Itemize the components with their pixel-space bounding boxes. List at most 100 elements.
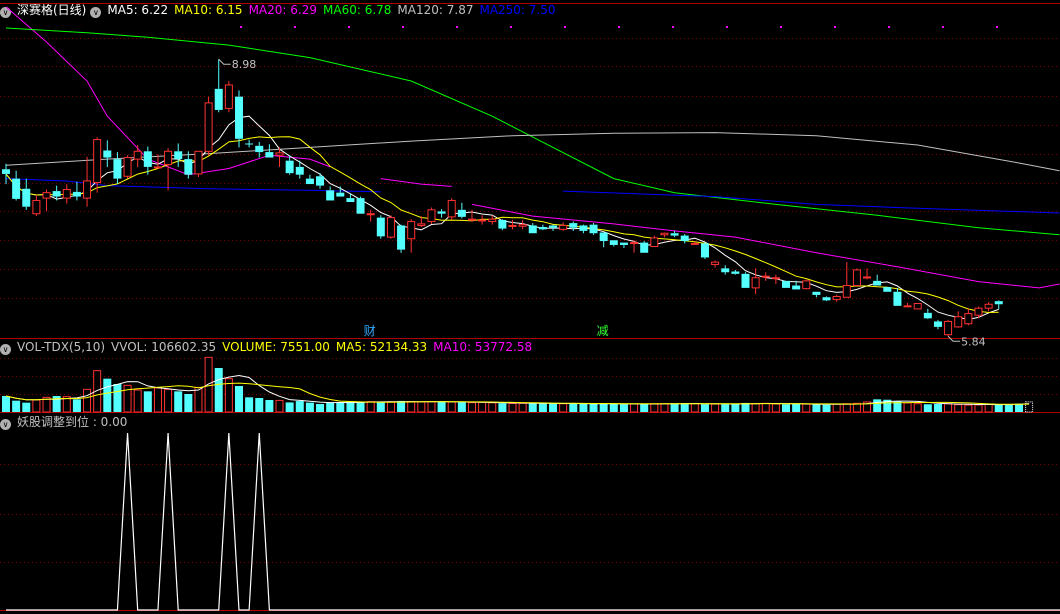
volume-bar-65 [660, 403, 669, 413]
candle-body-80 [812, 291, 821, 295]
candle-body-67 [680, 235, 689, 242]
signal-dot-5 [510, 26, 512, 28]
candle-body-32 [326, 190, 335, 201]
ma-line-ma250-6 [563, 190, 1060, 214]
volume-bar-84 [852, 402, 861, 413]
volume-bar-86 [873, 399, 882, 412]
candle-body-77 [782, 280, 791, 288]
volume-bar-14 [143, 391, 152, 412]
candle-body-94 [954, 316, 963, 328]
candle-body-63 [640, 242, 649, 253]
high-price-label: 8.98 [232, 58, 256, 71]
volume-bar-83 [842, 403, 851, 413]
candle-body-59 [599, 232, 608, 242]
candle-body-9 [93, 139, 102, 184]
volume-bar-52 [528, 403, 537, 412]
candle-body-61 [619, 242, 628, 245]
candle-body-81 [822, 297, 831, 301]
candle-body-28 [285, 160, 294, 174]
candle-body-55 [559, 224, 568, 230]
volume-bar-11 [113, 384, 122, 412]
candle-body-92 [933, 321, 942, 327]
volume-bar-69 [700, 404, 709, 412]
volume-bar-37 [376, 402, 385, 412]
volume-bar-31 [316, 404, 325, 412]
volume-bar-1 [12, 400, 21, 412]
signal-dot-3 [402, 26, 404, 28]
candle-body-37 [376, 217, 385, 237]
candle-body-76 [771, 277, 780, 280]
candle-body-0 [2, 169, 10, 174]
candle-body-35 [356, 198, 365, 214]
volume-bar-48 [488, 402, 497, 413]
volume-bar-70 [711, 403, 720, 413]
volume-bar-8 [83, 388, 92, 413]
volume-bar-75 [761, 402, 770, 413]
candle-body-72 [731, 271, 740, 274]
candle-body-75 [761, 275, 770, 278]
signal-dot-2 [348, 26, 350, 28]
candle-body-6 [62, 189, 71, 199]
volume-bar-25 [255, 398, 264, 412]
volume-bar-7 [72, 399, 81, 412]
volume-bar-93 [944, 403, 953, 413]
volume-bar-47 [478, 401, 487, 413]
candle-body-44 [447, 199, 456, 218]
candle-body-38 [386, 217, 395, 238]
candle-body-24 [245, 143, 254, 145]
candle-body-36 [366, 213, 375, 216]
candle-body-14 [143, 151, 152, 167]
volume-bar-61 [619, 404, 628, 412]
volume-bar-21 [214, 368, 223, 412]
indicator-line [6, 432, 1060, 611]
volume-bar-97 [984, 403, 993, 413]
ma-line-ma60-3 [5, 27, 1060, 236]
volume-bar-3 [32, 399, 41, 413]
volume-bar-58 [589, 403, 598, 412]
volume-bar-28 [285, 402, 294, 412]
event-marker-0: 财 [364, 324, 376, 338]
volume-bar-33 [336, 402, 345, 412]
candle-body-85 [863, 276, 872, 279]
candle-body-18 [184, 159, 193, 175]
volume-bar-59 [599, 403, 608, 412]
ma-line-ma250-5 [5, 178, 381, 193]
volume-bar-78 [792, 404, 801, 412]
volume-bar-74 [751, 403, 760, 413]
candle-body-27 [275, 152, 284, 156]
low-price-label: 5.84 [961, 335, 986, 348]
candle-body-68 [690, 242, 699, 245]
signal-dot-7 [618, 26, 620, 28]
candle-body-50 [508, 224, 517, 227]
volume-bar-96 [974, 404, 983, 413]
candle-body-29 [295, 166, 304, 175]
candle-body-97 [984, 303, 993, 309]
volume-bar-38 [386, 401, 395, 413]
volume-bar-53 [538, 403, 547, 412]
candle-body-16 [164, 150, 173, 166]
candle-body-15 [153, 166, 162, 169]
volume-bar-16 [164, 388, 173, 413]
volume-bar-50 [508, 402, 517, 413]
volume-bar-92 [933, 404, 942, 412]
candle-body-84 [852, 269, 861, 287]
volume-bar-15 [153, 387, 162, 413]
candle-body-60 [609, 240, 618, 245]
candle-body-62 [630, 242, 639, 245]
candle-body-11 [113, 159, 122, 179]
candle-body-7 [72, 191, 81, 197]
volume-bar-63 [640, 403, 649, 412]
candle-body-41 [417, 223, 426, 226]
volume-bar-80 [812, 404, 821, 412]
candle-body-2 [22, 188, 31, 207]
volume-bar-27 [275, 399, 284, 413]
candle-body-65 [660, 232, 669, 236]
candle-body-8 [83, 180, 92, 199]
candle-body-82 [832, 295, 841, 301]
volume-bar-81 [822, 404, 831, 412]
volume-bar-91 [923, 404, 932, 412]
signal-dot-8 [672, 26, 674, 28]
candle-body-78 [792, 285, 801, 290]
volume-bar-62 [630, 403, 639, 413]
volume-bar-19 [194, 386, 203, 413]
